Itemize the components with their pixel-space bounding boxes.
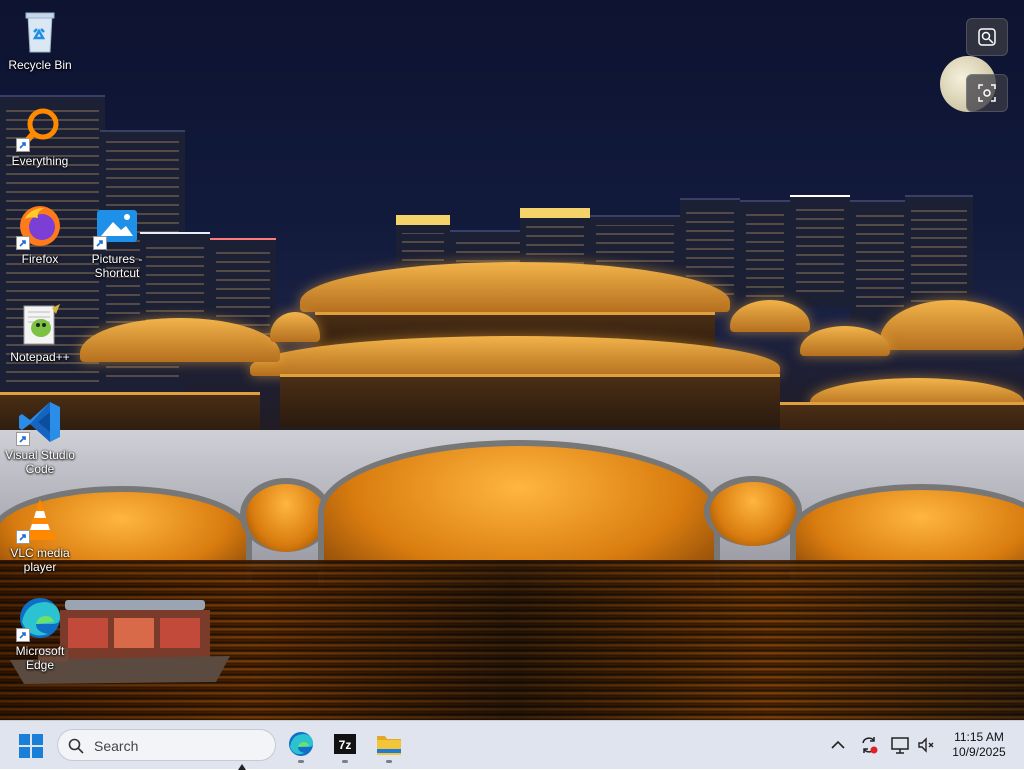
desktop-icon-recycle-bin[interactable]: Recycle Bin [0,8,80,72]
desktop-icon-label: Everything [11,154,69,168]
screenshot-scan-icon [978,84,996,102]
shortcut-arrow-icon [16,236,30,250]
tray-sync-button[interactable] [859,735,879,755]
shortcut-arrow-icon [16,530,30,544]
vscode-icon [16,398,64,446]
desktop-icon-pictures-shortcut[interactable]: Pictures - Shortcut [77,202,157,280]
notepadpp-icon [16,300,64,348]
shortcut-arrow-icon [16,628,30,642]
firefox-icon [16,202,64,250]
desktop-icon-label: Firefox [21,252,59,266]
visual-search-icon [978,28,996,46]
desktop-icon-notepadpp[interactable]: Notepad++ [0,300,80,364]
taskbar-app-7zip[interactable]: 7z [327,727,363,763]
taskbar-app-file-explorer[interactable] [371,727,407,763]
shortcut-arrow-icon [16,138,30,152]
recycle-bin-icon [16,8,64,56]
desktop-wallpaper [0,0,1024,720]
edge-icon [289,732,313,756]
desktop-icon-label: Notepad++ [10,350,70,364]
tray-network-button[interactable] [890,735,910,755]
tray-volume-button[interactable] [916,735,936,755]
volume-muted-icon [918,737,934,753]
svg-text:7z: 7z [339,738,352,752]
show-hidden-icons-button[interactable] [828,735,848,755]
desktop-icon-label: VLC media player [10,546,70,574]
taskbar-search-box[interactable]: Search [57,729,276,761]
7zip-icon: 7z [334,734,356,754]
desktop-icon-label: Pictures - Shortcut [91,252,143,280]
clock-time: 11:15 AM [954,730,1004,744]
taskbar-clock[interactable]: 11:15 AM 10/9/2025 [944,730,1014,760]
shortcut-arrow-icon [16,432,30,446]
windows-logo-icon [19,734,43,758]
pictures-folder-icon [93,202,141,250]
file-explorer-icon [377,736,401,755]
chevron-up-icon [831,740,845,749]
search-placeholder: Search [94,738,139,754]
clock-date: 10/9/2025 [952,745,1006,759]
visual-search-button[interactable] [966,18,1008,56]
desktop-icon-vlc[interactable]: VLC media player [0,496,80,574]
everything-icon [16,104,64,152]
mouse-cursor [238,764,246,770]
desktop-icon-edge[interactable]: Microsoft Edge [0,594,80,672]
sync-icon [862,737,878,754]
shortcut-arrow-icon [93,236,107,250]
vlc-icon [16,496,64,544]
taskbar-app-edge[interactable] [283,727,319,763]
network-icon [891,737,909,754]
search-icon [68,738,84,754]
desktop-icon-everything[interactable]: Everything [0,104,80,168]
desktop-icon-label: Visual Studio Code [5,448,75,476]
screenshot-scan-button[interactable] [966,74,1008,112]
desktop-icon-label: Microsoft Edge [15,644,65,672]
taskbar: Search 7z 11:15 AM 10/9/2025 [0,720,1024,769]
desktop-icon-vscode[interactable]: Visual Studio Code [0,398,80,476]
desktop-icon-firefox[interactable]: Firefox [0,202,80,266]
edge-icon [16,594,64,642]
start-button[interactable] [18,733,44,759]
desktop-icon-label: Recycle Bin [8,58,72,72]
